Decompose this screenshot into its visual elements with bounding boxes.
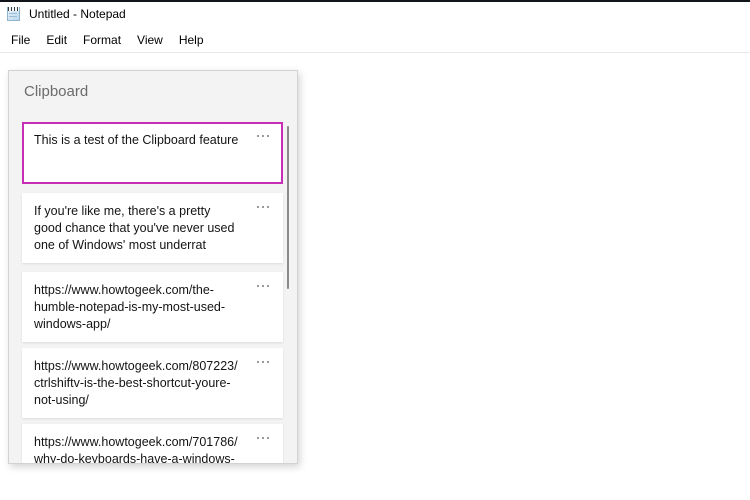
- clipboard-item-text: If you're like me, there's a pretty good…: [34, 204, 238, 252]
- clipboard-item-text: https://www.howtogeek.com/807223/ctrlshi…: [34, 359, 238, 407]
- menu-item-help[interactable]: Help: [171, 31, 212, 49]
- clipboard-scrollbar-thumb[interactable]: [287, 126, 289, 289]
- ellipsis-icon[interactable]: [257, 135, 269, 137]
- clipboard-scrollbar[interactable]: [284, 116, 292, 463]
- menu-item-file[interactable]: File: [3, 31, 38, 49]
- clipboard-item-1[interactable]: If you're like me, there's a pretty good…: [22, 193, 283, 263]
- clipboard-item-4[interactable]: https://www.howtogeek.com/701786/why-do-…: [22, 424, 283, 464]
- ellipsis-icon[interactable]: [257, 206, 269, 208]
- clipboard-item-text: This is a test of the Clipboard feature: [34, 133, 239, 147]
- clipboard-history-panel: Clipboard This is a test of the Clipboar…: [8, 70, 298, 464]
- notepad-window: Untitled - Notepad File Edit Format View…: [0, 0, 750, 500]
- clipboard-item-2[interactable]: https://www.howtogeek.com/the-humble-not…: [22, 272, 283, 342]
- clipboard-item-3[interactable]: https://www.howtogeek.com/807223/ctrlshi…: [22, 348, 283, 418]
- notepad-icon: [6, 6, 22, 22]
- clipboard-item-text: https://www.howtogeek.com/the-humble-not…: [34, 283, 226, 331]
- clipboard-panel-title: Clipboard: [24, 83, 89, 100]
- title-bar: Untitled - Notepad: [0, 2, 750, 26]
- window-title: Untitled - Notepad: [29, 7, 126, 21]
- menu-item-format[interactable]: Format: [75, 31, 129, 49]
- clipboard-item-0[interactable]: This is a test of the Clipboard feature: [22, 122, 283, 184]
- ellipsis-icon[interactable]: [257, 437, 269, 439]
- clipboard-item-list: This is a test of the Clipboard feature …: [9, 116, 297, 464]
- menu-bar: File Edit Format View Help: [0, 28, 750, 52]
- menu-item-view[interactable]: View: [129, 31, 171, 49]
- clipboard-item-text: https://www.howtogeek.com/701786/why-do-…: [34, 435, 238, 464]
- ellipsis-icon[interactable]: [257, 361, 269, 363]
- ellipsis-icon[interactable]: [257, 285, 269, 287]
- menu-item-edit[interactable]: Edit: [38, 31, 75, 49]
